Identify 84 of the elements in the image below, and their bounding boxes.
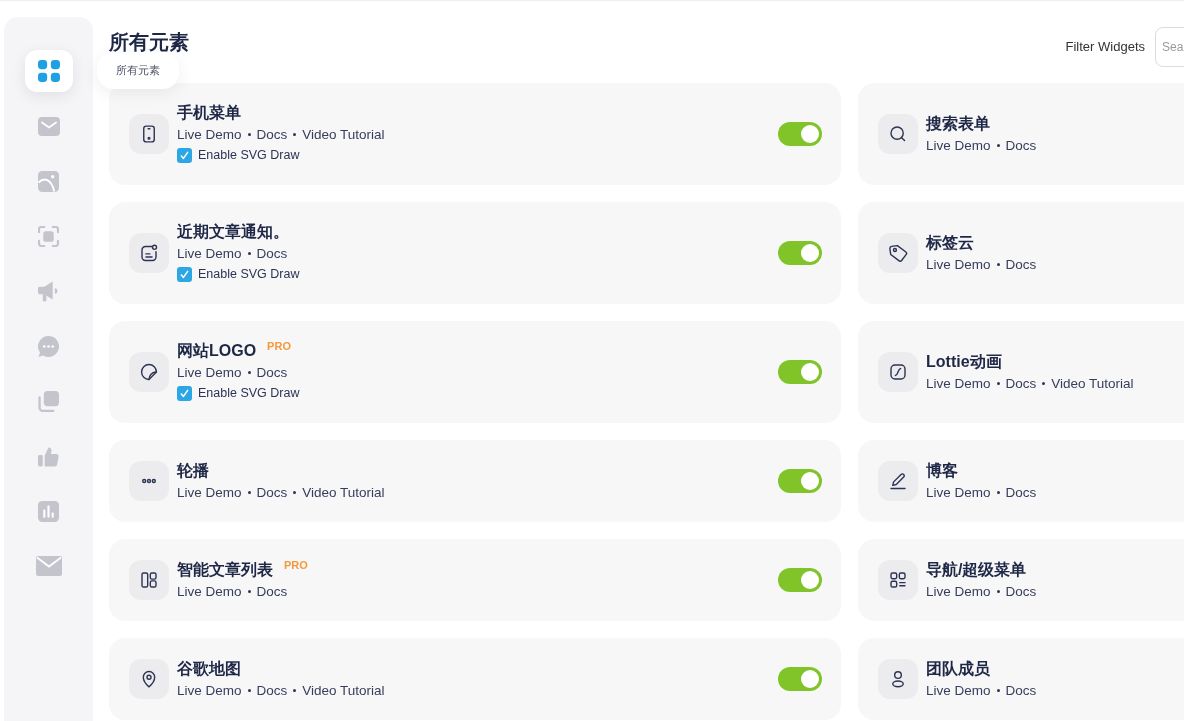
widget-title: 轮播 [177, 460, 209, 481]
page-title: 所有元素 [109, 30, 189, 55]
check-icon [180, 270, 189, 279]
checkbox[interactable] [177, 148, 192, 163]
image-icon [38, 170, 59, 192]
dots-icon [129, 461, 169, 501]
widget-title: 谷歌地图 [177, 658, 241, 679]
toggle-switch[interactable] [778, 360, 822, 384]
card-link[interactable]: Docs [1005, 373, 1037, 393]
widget-title: 智能文章列表 [177, 559, 273, 580]
card-link[interactable]: Docs [1005, 581, 1037, 601]
sticker-icon [129, 352, 169, 392]
checkbox[interactable] [177, 386, 192, 401]
envelope-icon [35, 556, 62, 576]
check-icon [180, 389, 189, 398]
layout-icon [129, 560, 169, 600]
widget-title: 搜索表单 [926, 113, 990, 134]
pencil-icon [878, 461, 918, 501]
card-link[interactable]: Docs [1005, 254, 1037, 274]
toggle-switch[interactable] [778, 667, 822, 691]
sidebar-item[interactable] [24, 50, 73, 92]
search-icon [878, 114, 918, 154]
map-pin-icon [129, 659, 169, 699]
checkbox-label: Enable SVG Draw [198, 147, 300, 164]
card-link[interactable]: Docs [256, 581, 288, 601]
envelope-icon [37, 116, 60, 136]
widget-title: Lottie动画 [926, 351, 1002, 372]
widget-title: 博客 [926, 460, 958, 481]
card-link[interactable]: Docs [256, 680, 288, 700]
card-link[interactable]: Docs [256, 482, 288, 502]
card-link[interactable]: Live Demo [926, 482, 991, 502]
tag-icon [878, 233, 918, 273]
grid-icon [37, 60, 60, 82]
card-link[interactable]: Live Demo [177, 244, 242, 263]
grid-list-icon [878, 560, 918, 600]
card-link[interactable]: Video Tutorial [302, 680, 385, 700]
card-link[interactable]: Docs [1005, 680, 1037, 700]
phone-icon [129, 114, 169, 154]
check-icon [180, 151, 189, 160]
toggle-switch[interactable] [778, 568, 822, 592]
widget-title: 导航/超级菜单 [926, 559, 1027, 580]
card-link[interactable]: Live Demo [177, 482, 242, 502]
user-icon [878, 659, 918, 699]
card-link[interactable]: Docs [256, 363, 288, 382]
card-link[interactable]: Live Demo [926, 581, 991, 601]
widget-title: 手机菜单 [177, 103, 241, 123]
card-link[interactable]: Live Demo [177, 363, 242, 382]
card-link[interactable]: Live Demo [926, 373, 991, 393]
card-link[interactable]: Live Demo [177, 125, 242, 144]
card-link[interactable]: Docs [1005, 135, 1037, 155]
checkbox-label: Enable SVG Draw [198, 385, 300, 402]
card-link[interactable]: Docs [1005, 482, 1037, 502]
toggle-switch[interactable] [778, 241, 822, 265]
filter-label: Filter Widgets [1065, 38, 1145, 57]
card-link[interactable]: Live Demo [177, 581, 242, 601]
toggle-switch[interactable] [778, 469, 822, 493]
widget-title: 网站LOGO [177, 341, 257, 361]
card-link[interactable]: Live Demo [926, 254, 991, 274]
checkbox-label: Enable SVG Draw [198, 266, 300, 283]
card-link[interactable]: Live Demo [177, 680, 242, 700]
card-link[interactable]: Live Demo [926, 135, 991, 155]
curve-square-icon [878, 352, 918, 392]
widget-title: 标签云 [926, 232, 974, 253]
scan-icon [38, 225, 59, 247]
pro-label: PRO [284, 557, 308, 572]
widget-title: 近期文章通知。 [177, 222, 289, 242]
bar-chart-icon [38, 500, 59, 522]
notification-icon [129, 233, 169, 273]
megaphone-icon [38, 280, 59, 302]
card-link[interactable]: Docs [256, 244, 288, 263]
card-link[interactable]: Video Tutorial [1051, 373, 1134, 393]
search-field[interactable]: Sea [1155, 27, 1184, 67]
tooltip: 所有元素 [96, 52, 179, 89]
chat-icon [38, 335, 59, 357]
thumbs-up-icon [38, 445, 59, 467]
card-link[interactable]: Docs [256, 125, 288, 144]
pro-label: PRO [267, 339, 291, 353]
card-link[interactable]: Video Tutorial [302, 125, 385, 144]
copy-icon [38, 390, 59, 412]
checkbox[interactable] [177, 267, 192, 282]
card-link[interactable]: Video Tutorial [302, 482, 385, 502]
toggle-switch[interactable] [778, 122, 822, 146]
card-link[interactable]: Live Demo [926, 680, 991, 700]
widget-title: 团队成员 [926, 658, 990, 679]
